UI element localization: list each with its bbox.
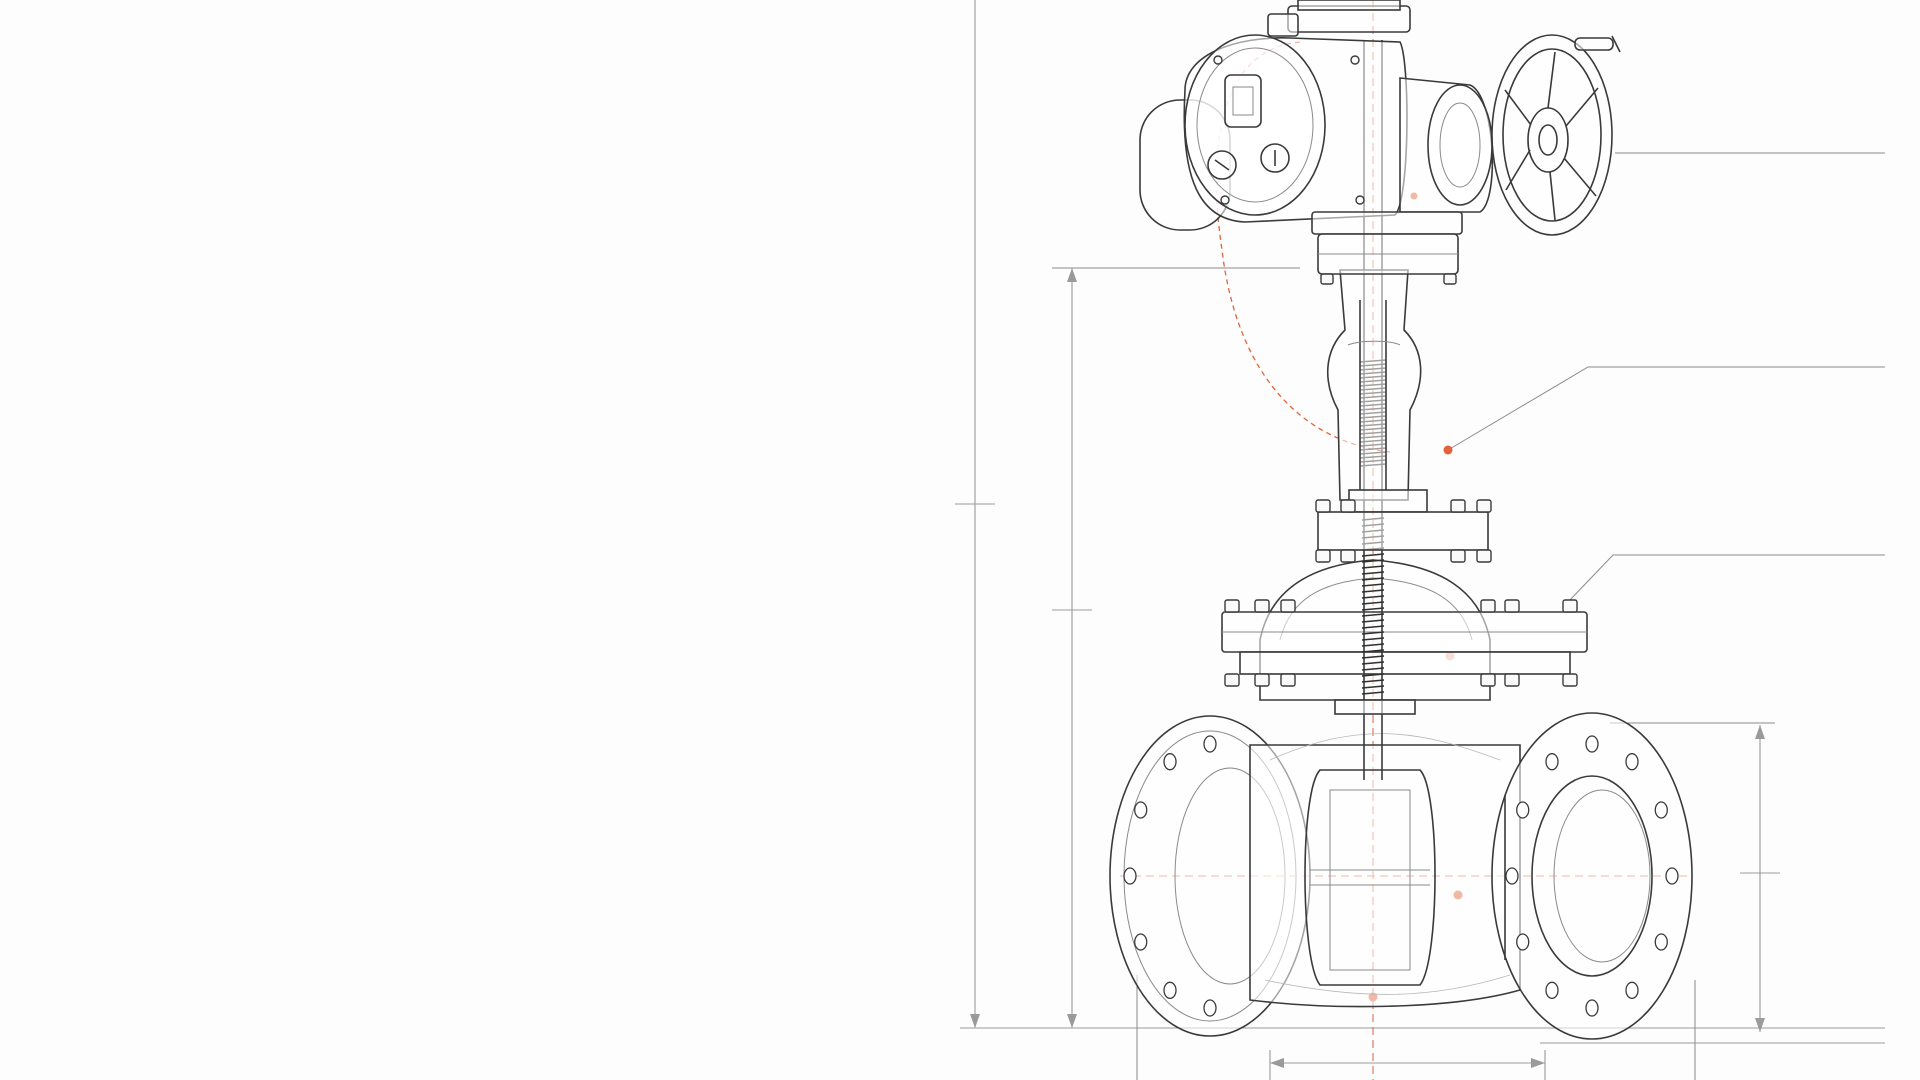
flange-bolt-hole: [1516, 801, 1530, 819]
bonnet-bolt-nut: [1280, 599, 1296, 613]
bonnet-bolt-nut: [1562, 673, 1578, 687]
bonnet-bolt-nut: [1254, 673, 1270, 687]
bonnet-bolt-nut: [1280, 673, 1296, 687]
bonnet-bolt-nut: [1480, 599, 1496, 613]
yoke-bolt-nut: [1476, 549, 1492, 563]
actuator-bolt-nut: [1443, 273, 1457, 285]
bonnet-bolt-nut: [1224, 599, 1240, 613]
flange-bolt-hole: [1585, 735, 1599, 753]
callout-bonnet-leader: [1567, 554, 1885, 603]
actuator-housing-screw: [1355, 195, 1365, 205]
bonnet-bolt-nut: [1480, 673, 1496, 687]
flange-bolt-hole: [1516, 933, 1530, 951]
actuator-bolt-nut: [1320, 273, 1334, 285]
yoke-flange: [1317, 511, 1489, 551]
bonnet-flange: [1221, 611, 1588, 675]
flange-bolt-hole: [1665, 867, 1679, 885]
actuator-housing-screw: [1350, 55, 1360, 65]
stem-packing-nut: [1334, 699, 1416, 715]
actuator-mount-plate: [1311, 211, 1463, 235]
handwheel-hub: [1527, 107, 1569, 173]
yoke-bolt-nut: [1476, 499, 1492, 513]
yoke-bolt-nut: [1340, 549, 1356, 563]
rear-flange-bolt-hole: [1123, 867, 1137, 885]
bonnet-bolt-nut: [1504, 673, 1520, 687]
yoke-bolt-nut: [1315, 499, 1331, 513]
flange-bolt-hole: [1654, 933, 1668, 951]
actuator-housing-screw: [1220, 195, 1230, 205]
flange-bolt-hole: [1585, 999, 1599, 1017]
flange-bolt-hole: [1545, 981, 1559, 999]
valve-technical-drawing: [0, 0, 1920, 1080]
bonnet-bolt-nut: [1224, 673, 1240, 687]
front-flange-face: [1491, 712, 1693, 1040]
yoke-bolt-nut: [1450, 499, 1466, 513]
yoke-bolt-nut: [1450, 549, 1466, 563]
flange-bolt-hole: [1505, 867, 1519, 885]
stem-nut-housing: [1348, 489, 1428, 513]
rear-flange-bolt-hole: [1163, 753, 1177, 771]
electric-actuator: [1139, 0, 1494, 275]
valve-drawing-svg: [955, 0, 1885, 1080]
rear-flange-bolt-hole: [1163, 981, 1177, 999]
actuator-housing-screw: [1213, 55, 1223, 65]
bonnet-bolt-nut: [1504, 599, 1520, 613]
flange-bolt-hole: [1654, 801, 1668, 819]
flange-bolt-hole: [1625, 981, 1639, 999]
rear-flange-bolt-hole: [1134, 933, 1148, 951]
flange-bolt-hole: [1545, 753, 1559, 771]
rear-flange-bolt-hole: [1203, 999, 1217, 1017]
callout-marker-yoke: [1443, 445, 1453, 455]
bonnet-bolt-nut: [1562, 599, 1578, 613]
flange-bolt-hole: [1625, 753, 1639, 771]
actuator-display: [1224, 74, 1262, 128]
bonnet-bolt-nut: [1254, 599, 1270, 613]
yoke-bolt-nut: [1315, 549, 1331, 563]
handwheel-crank-handle: [1574, 37, 1614, 51]
yoke-bolt-nut: [1340, 499, 1356, 513]
front-flange: [1491, 712, 1693, 1040]
handwheel: [1491, 34, 1621, 236]
rear-flange-bolt-hole: [1203, 735, 1217, 753]
rear-flange-bolt-hole: [1134, 801, 1148, 819]
callout-yoke-leader: [1447, 366, 1885, 451]
stem-thread-line: [1361, 553, 1385, 557]
